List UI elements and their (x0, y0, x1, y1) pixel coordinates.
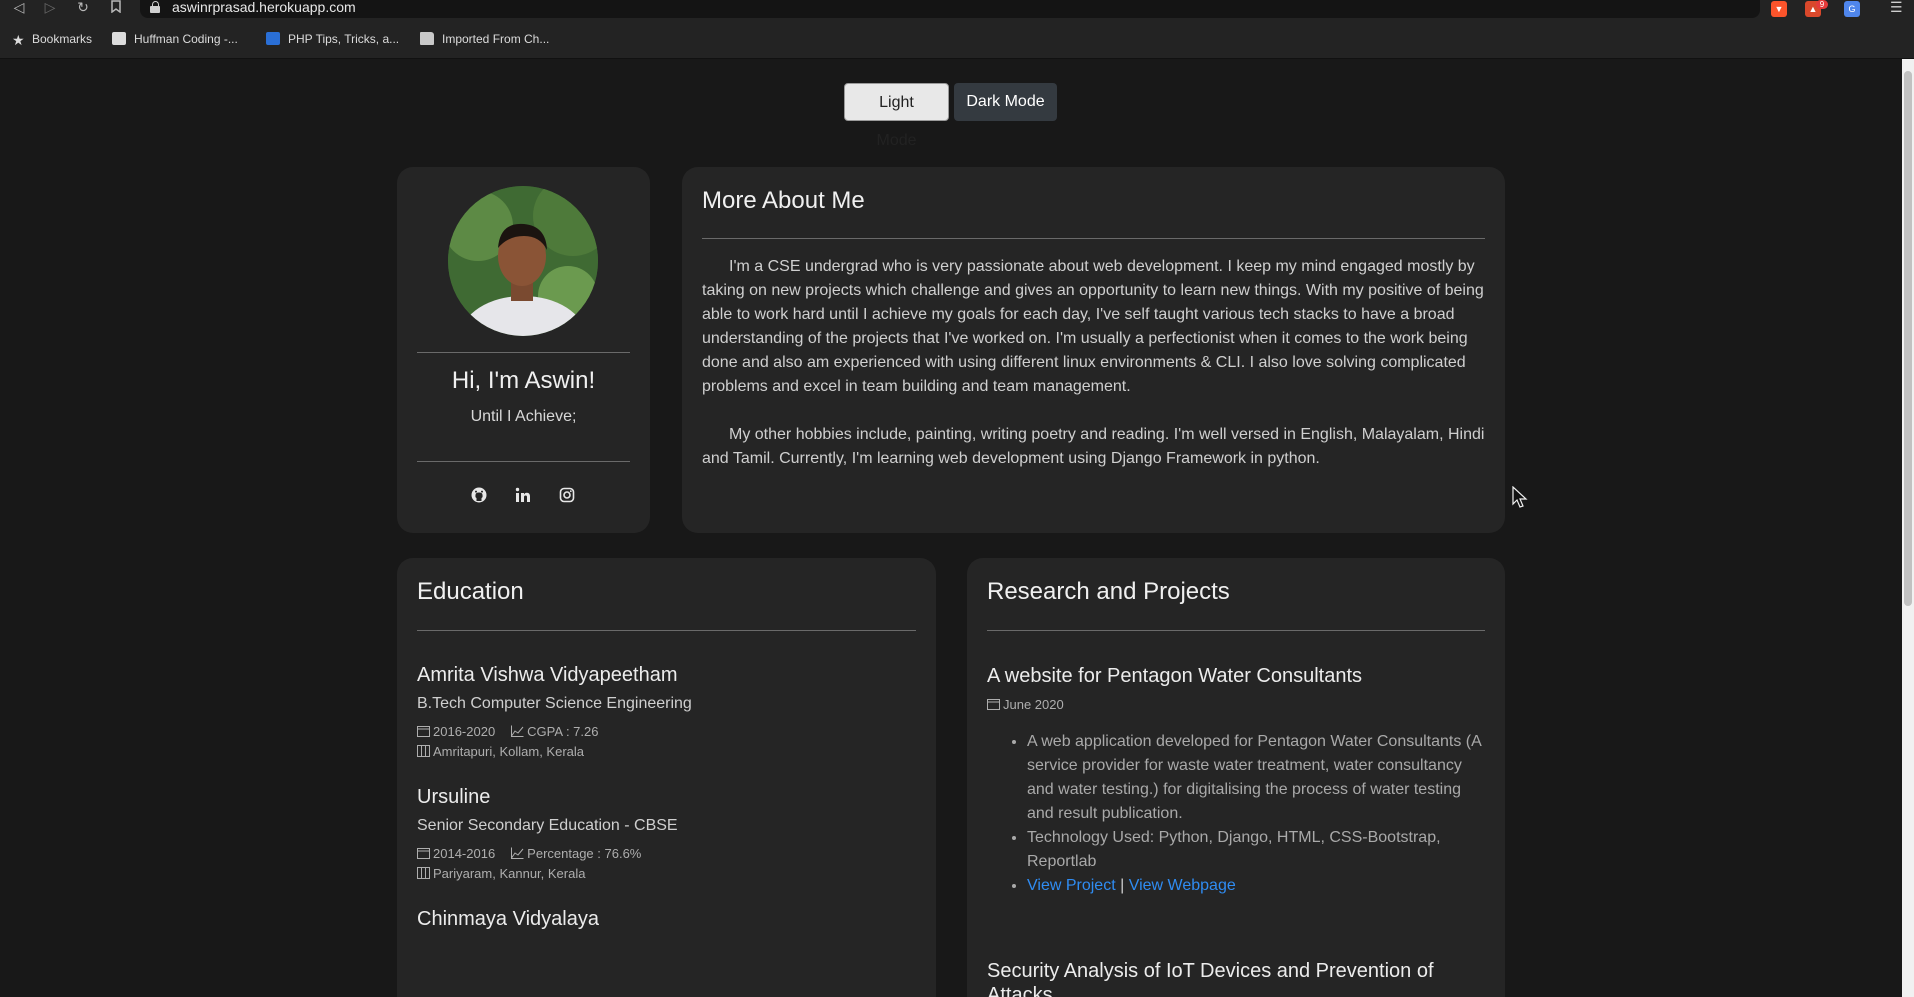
forward-icon[interactable]: ▷ (40, 0, 60, 17)
graph-icon (511, 847, 524, 859)
profile-card: Hi, I'm Aswin! Until I Achieve; (397, 167, 650, 533)
brave-shield-icon[interactable]: ▼ (1771, 1, 1787, 17)
years-text: 2016-2020 (433, 724, 496, 739)
map-icon (417, 745, 430, 757)
project-date: June 2020 (987, 697, 1064, 712)
bookmarks-bar: ★ Bookmarks Huffman Coding -... PHP Tips,… (0, 19, 1914, 59)
score-text: Percentage : 76.6% (527, 846, 642, 861)
bookmark-icon[interactable] (106, 0, 126, 17)
list-item: Technology Used: Python, Django, HTML, C… (1027, 826, 1487, 874)
bookmark-huffman[interactable]: Huffman Coding -... (112, 31, 238, 47)
bookmark-folder-imported[interactable]: Imported From Ch... (420, 31, 549, 47)
projects-title: Research and Projects (987, 578, 1230, 605)
projects-card: Research and Projects A website for Pent… (967, 558, 1505, 997)
about-card: More About Me I'm a CSE undergrad who is… (682, 167, 1505, 533)
divider (702, 238, 1485, 239)
bookmarks-menu[interactable]: ★ Bookmarks (12, 31, 92, 47)
view-webpage-link[interactable]: View Webpage (1129, 877, 1236, 894)
address-bar[interactable] (140, 0, 1760, 18)
education-meta: 2014-2016 Percentage : 76.6% Pariyaram, K… (417, 844, 917, 884)
degree-text: B.Tech Computer Science Engineering (417, 695, 692, 712)
about-paragraph: I'm a CSE undergrad who is very passiona… (702, 258, 1484, 395)
calendar-icon (987, 699, 1000, 710)
motto-text: Until I Achieve; (470, 408, 577, 425)
instagram-icon[interactable] (559, 487, 579, 507)
education-card: Education Amrita Vishwa Vidyapeetham B.T… (397, 558, 936, 997)
divider (417, 630, 916, 631)
menu-icon[interactable]: ☰ (1890, 0, 1903, 15)
folder-icon (420, 32, 434, 45)
list-item: View Project | View Webpage (1027, 874, 1487, 898)
greeting-heading: Hi, I'm Aswin! (451, 367, 596, 394)
location-text: Pariyaram, Kannur, Kerala (433, 866, 586, 881)
site-favicon-icon (112, 32, 126, 45)
graph-icon (511, 725, 524, 737)
view-project-link[interactable]: View Project (1027, 877, 1116, 894)
github-icon[interactable] (471, 487, 491, 507)
education-item: Chinmaya Vidyalaya (417, 908, 917, 931)
list-item: A web application developed for Pentagon… (1027, 730, 1487, 826)
site-favicon-icon (266, 32, 280, 45)
page-scrollbar[interactable] (1902, 59, 1914, 997)
degree-text: Senior Secondary Education - CBSE (417, 817, 678, 834)
lock-icon (150, 1, 160, 13)
divider (417, 352, 630, 353)
browser-toolbar: ◁ ▷ ↻ aswinrprasad.herokuapp.com ▼ ▲ 9 G… (0, 0, 1914, 19)
institution-name: Ursuline (417, 786, 491, 808)
about-body: I'm a CSE undergrad who is very passiona… (702, 255, 1486, 495)
calendar-icon (417, 726, 430, 737)
map-icon (417, 867, 430, 879)
education-title: Education (417, 578, 524, 605)
institution-name: Chinmaya Vidyalaya (417, 908, 599, 930)
divider (987, 630, 1485, 631)
divider (417, 461, 630, 462)
dark-mode-button[interactable]: Dark Mode (954, 83, 1057, 121)
education-meta: 2016-2020 CGPA : 7.26 Amritapuri, Kollam,… (417, 722, 917, 762)
education-item: Amrita Vishwa Vidyapeetham B.Tech Comput… (417, 664, 917, 762)
avatar (448, 186, 598, 336)
years-text: 2014-2016 (433, 846, 496, 861)
mouse-cursor-icon (1512, 486, 1528, 508)
link-separator: | (1120, 877, 1125, 894)
reload-icon[interactable]: ↻ (73, 0, 93, 17)
project-details: A web application developed for Pentagon… (1027, 730, 1487, 898)
light-mode-button[interactable]: Light Mode (844, 83, 949, 149)
back-icon[interactable]: ◁ (9, 0, 29, 17)
linkedin-icon[interactable] (515, 487, 535, 507)
url-text[interactable]: aswinrprasad.herokuapp.com (172, 0, 356, 15)
about-title: More About Me (702, 187, 865, 214)
scrollbar-thumb[interactable] (1904, 71, 1912, 606)
project-title: A website for Pentagon Water Consultants (987, 665, 1363, 687)
translate-icon[interactable]: G (1844, 1, 1860, 17)
about-paragraph: My other hobbies include, painting, writ… (702, 426, 1485, 467)
star-icon: ★ (12, 32, 25, 48)
project-title: Security Analysis of IoT Devices and Pre… (987, 960, 1434, 997)
location-text: Amritapuri, Kollam, Kerala (433, 744, 584, 759)
education-item: Ursuline Senior Secondary Education - CB… (417, 786, 917, 884)
notification-badge: 9 (1816, 0, 1828, 9)
calendar-icon (417, 848, 430, 859)
score-text: CGPA : 7.26 (527, 724, 599, 739)
bookmark-php-tips[interactable]: PHP Tips, Tricks, a... (266, 31, 399, 47)
institution-name: Amrita Vishwa Vidyapeetham (417, 664, 678, 686)
